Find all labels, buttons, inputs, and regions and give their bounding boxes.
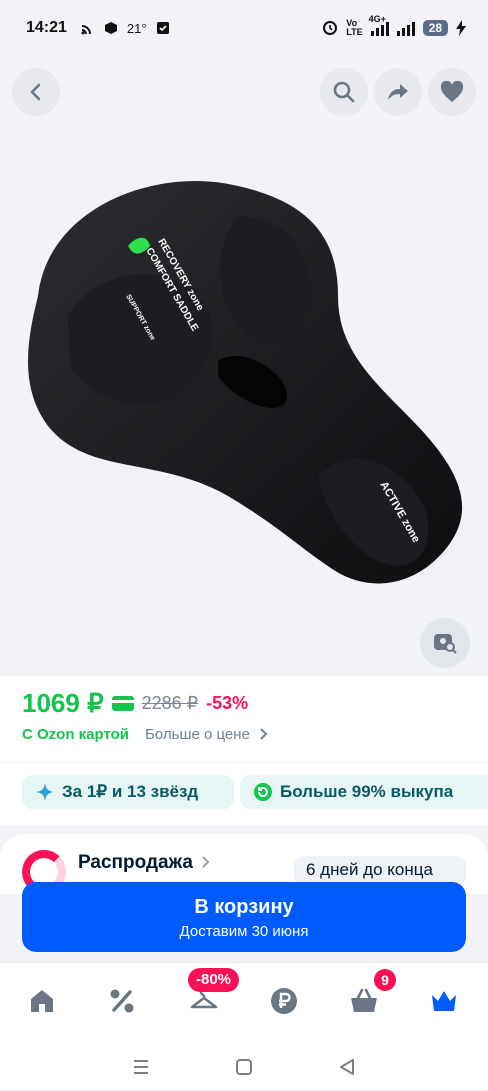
product-gallery[interactable]: RECOVERY zone COMFORT SADDLE SUPPORT zon… xyxy=(0,56,488,676)
nav-finance[interactable] xyxy=(264,981,304,1021)
chevron-left-icon xyxy=(30,83,41,101)
nav-discounts[interactable] xyxy=(102,981,142,1021)
price-current: 1069 ₽ xyxy=(22,688,104,718)
share-button[interactable] xyxy=(374,68,422,116)
system-nav-bar xyxy=(0,1043,488,1091)
signal-4g: 4G+ xyxy=(369,14,389,36)
volte-bottom: LTE xyxy=(346,27,363,37)
favorite-button[interactable] xyxy=(428,68,476,116)
cast-icon xyxy=(81,25,91,35)
price-details-label: Больше о цене xyxy=(145,726,250,743)
ruble-icon xyxy=(271,988,297,1014)
stars-chip[interactable]: За 1₽ и 13 звёзд xyxy=(22,775,234,809)
price-old: 2286 ₽ xyxy=(141,693,199,713)
heart-icon xyxy=(440,81,464,102)
stars-chip-label: За 1₽ и 13 звёзд xyxy=(62,782,199,801)
home-icon xyxy=(31,990,53,1012)
percent-icon xyxy=(110,989,134,1013)
bike-saddle-image: RECOVERY zone COMFORT SADDLE SUPPORT zon… xyxy=(28,180,463,584)
discount-badge: -80% xyxy=(188,968,240,992)
home-system-icon[interactable] xyxy=(235,1058,253,1076)
alarm-icon xyxy=(323,21,338,35)
chevron-right-icon xyxy=(202,856,210,868)
status-time: 14:21 xyxy=(26,19,67,36)
share-icon xyxy=(388,84,408,100)
ozon-card-label: С Ozon картой xyxy=(22,726,130,743)
discount-percent: -53% xyxy=(206,693,249,713)
package-icon xyxy=(104,22,117,34)
sale-title[interactable]: Распродажа xyxy=(78,852,210,874)
temperature: 21° xyxy=(126,20,147,36)
price-section: 1069 ₽ 2286 ₽ -53% С Ozon картой Больше … xyxy=(0,676,488,762)
checkbox-icon xyxy=(156,22,169,34)
product-image[interactable]: RECOVERY zone COMFORT SADDLE SUPPORT zon… xyxy=(8,146,488,626)
chevron-right-icon xyxy=(260,728,268,740)
bottom-nav: -80% 9 xyxy=(0,962,488,1090)
back-button[interactable] xyxy=(12,68,60,116)
cart-count-badge: 9 xyxy=(374,969,396,991)
nav-home[interactable] xyxy=(22,981,62,1021)
recents-icon[interactable] xyxy=(132,1058,150,1076)
signal-label: 4G+ xyxy=(368,14,386,24)
image-search-button[interactable] xyxy=(420,618,470,668)
charging-icon xyxy=(456,20,466,36)
return-icon xyxy=(254,783,272,801)
back-system-icon[interactable] xyxy=(338,1058,356,1076)
buyout-chip-label: Больше 99% выкупа xyxy=(280,782,454,801)
battery-indicator: 28 xyxy=(422,20,448,36)
delivery-date: Доставим 30 июня xyxy=(179,923,309,940)
search-icon xyxy=(333,81,355,103)
volte-indicator: Vo LTE xyxy=(346,19,362,37)
search-button[interactable] xyxy=(320,68,368,116)
buyout-chip[interactable]: Больше 99% выкупа xyxy=(240,775,488,809)
nav-profile[interactable] xyxy=(424,981,464,1021)
status-bar: 14:21 21° Vo LTE 4G+ 28 xyxy=(0,0,488,56)
crown-icon xyxy=(432,991,456,1011)
add-to-cart-button[interactable]: В корзину Доставим 30 июня xyxy=(22,882,466,952)
signal-bars-2-icon xyxy=(396,20,415,36)
sale-title-label: Распродажа xyxy=(78,852,193,873)
ozon-card-icon xyxy=(111,696,134,711)
add-to-cart-label: В корзину xyxy=(194,896,294,918)
sparkle-icon xyxy=(36,783,54,801)
image-search-icon xyxy=(434,634,457,654)
cart-icon xyxy=(351,988,377,1012)
benefit-chips: За 1₽ и 13 звёзд Больше 99% выкупа xyxy=(0,762,488,826)
price-details-link[interactable]: Больше о цене xyxy=(145,726,268,743)
